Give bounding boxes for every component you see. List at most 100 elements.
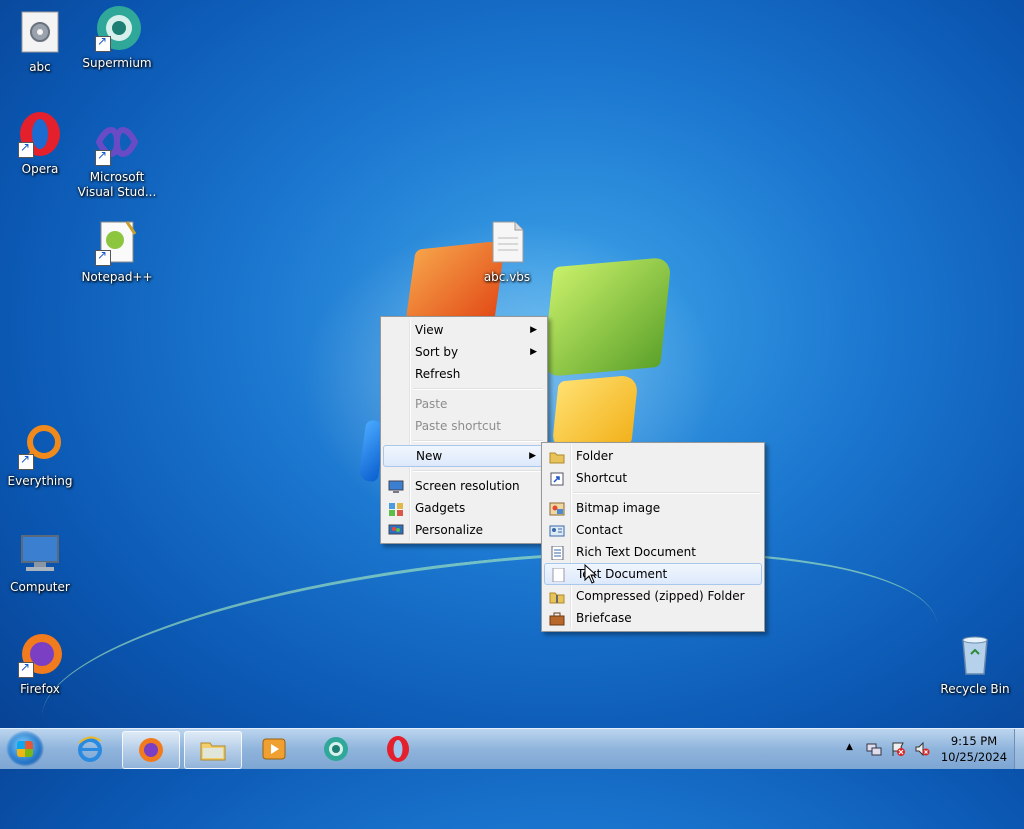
volume-muted-icon[interactable] xyxy=(914,741,930,757)
everything-search-icon xyxy=(16,422,64,470)
taskbar-windows-explorer[interactable] xyxy=(184,731,242,769)
firefox-icon xyxy=(16,630,64,678)
system-clock[interactable]: 9:15 PM 10/25/2024 xyxy=(940,733,1008,765)
mouse-cursor-icon xyxy=(584,563,598,588)
zipped-folder-icon xyxy=(549,589,565,604)
desktop-icon-label: Microsoft Visual Stud... xyxy=(77,170,157,199)
action-center-flag-icon[interactable] xyxy=(890,741,906,757)
personalize-icon xyxy=(388,523,404,537)
desktop-icon-label: Supermium xyxy=(82,56,152,70)
desktop-context-menu: View ▶ Sort by ▶ Refresh Paste Paste sho… xyxy=(380,316,548,544)
menu-item-view[interactable]: View ▶ xyxy=(383,319,545,341)
menu-item-label: Paste xyxy=(415,397,448,411)
desktop-icon-abc-vbs[interactable]: abc.vbs xyxy=(467,218,547,285)
visual-studio-icon xyxy=(93,118,141,166)
menu-item-sort-by[interactable]: Sort by ▶ xyxy=(383,341,545,363)
desktop-icon-firefox[interactable]: Firefox xyxy=(0,630,80,697)
network-icon[interactable] xyxy=(866,741,882,757)
submenu-arrow-icon: ▶ xyxy=(529,451,536,461)
menu-item-personalize[interactable]: Personalize xyxy=(383,519,545,541)
submenu-item-rich-text-document[interactable]: Rich Text Document xyxy=(544,541,762,563)
desktop-icon-label: Opera xyxy=(21,162,59,176)
submenu-arrow-icon: ▶ xyxy=(530,325,537,335)
menu-item-label: Screen resolution xyxy=(415,479,520,493)
menu-separator xyxy=(413,470,543,472)
desktop-icon-label: Computer xyxy=(10,580,70,594)
desktop-icon-opera[interactable]: Opera xyxy=(0,110,80,177)
submenu-item-compressed-folder[interactable]: Compressed (zipped) Folder xyxy=(544,585,762,607)
submenu-item-text-document[interactable]: Text Document xyxy=(544,563,762,585)
menu-item-label: Rich Text Document xyxy=(576,545,696,559)
folder-icon xyxy=(549,449,565,464)
menu-item-label: Bitmap image xyxy=(576,501,661,515)
submenu-item-bitmap-image[interactable]: Bitmap image xyxy=(544,497,762,519)
menu-item-label: Sort by xyxy=(415,345,459,359)
notepad-plus-plus-icon xyxy=(93,218,141,266)
briefcase-icon xyxy=(549,611,565,626)
desktop-icon-everything[interactable]: Everything xyxy=(0,422,80,489)
desktop-icon-label: Firefox xyxy=(20,682,60,696)
menu-item-refresh[interactable]: Refresh xyxy=(383,363,545,385)
media-player-icon xyxy=(260,735,288,763)
taskbar-internet-explorer[interactable] xyxy=(62,731,118,767)
menu-item-label: Refresh xyxy=(415,367,461,381)
bitmap-image-icon xyxy=(549,501,565,516)
settings-file-icon xyxy=(16,8,64,56)
menu-item-label: Personalize xyxy=(415,523,484,537)
desktop-icon-label: Notepad++ xyxy=(81,270,153,284)
clock-date: 10/25/2024 xyxy=(940,750,1008,764)
start-button[interactable] xyxy=(6,731,44,767)
firefox-icon xyxy=(137,736,165,764)
folder-icon xyxy=(199,736,227,764)
desktop-icon-computer[interactable]: Computer xyxy=(0,528,80,595)
menu-separator xyxy=(413,440,543,442)
taskbar-opera[interactable] xyxy=(370,731,426,767)
show-desktop-button[interactable] xyxy=(1014,729,1024,769)
rich-text-document-icon xyxy=(549,545,565,561)
submenu-item-contact[interactable]: Contact xyxy=(544,519,762,541)
taskbar: ▲ 9:15 PM 10/25/2024 xyxy=(0,728,1024,769)
desktop-icon-recycle-bin[interactable]: Recycle Bin xyxy=(935,630,1015,697)
submenu-item-folder[interactable]: Folder xyxy=(544,445,762,467)
menu-item-paste: Paste xyxy=(383,393,545,415)
text-document-icon xyxy=(550,567,566,583)
opera-icon xyxy=(16,110,64,158)
desktop-icon-visual-studio[interactable]: Microsoft Visual Stud... xyxy=(77,118,157,200)
internet-explorer-icon xyxy=(76,735,104,763)
new-submenu: Folder Shortcut Bitmap image Contact Ric… xyxy=(541,442,765,632)
taskbar-supermium[interactable] xyxy=(308,731,364,767)
shortcut-icon xyxy=(549,471,565,486)
contact-card-icon xyxy=(549,523,565,537)
show-hidden-icons-button[interactable]: ▲ xyxy=(846,742,862,758)
menu-item-label: Gadgets xyxy=(415,501,466,515)
desktop-icon-supermium[interactable]: Supermium xyxy=(77,4,157,71)
submenu-arrow-icon: ▶ xyxy=(530,347,537,357)
computer-icon xyxy=(16,528,64,576)
desktop-icon-notepad-plus-plus[interactable]: Notepad++ xyxy=(77,218,157,285)
menu-item-gadgets[interactable]: Gadgets xyxy=(383,497,545,519)
menu-item-label: Shortcut xyxy=(576,471,628,485)
menu-item-new[interactable]: New ▶ xyxy=(383,445,545,467)
clock-time: 9:15 PM xyxy=(950,734,998,748)
menu-item-paste-shortcut: Paste shortcut xyxy=(383,415,545,437)
menu-item-label: Compressed (zipped) Folder xyxy=(576,589,745,603)
opera-icon xyxy=(384,735,412,763)
desktop-icon-abc[interactable]: abc xyxy=(0,8,80,75)
menu-item-screen-resolution[interactable]: Screen resolution xyxy=(383,475,545,497)
menu-item-label: Paste shortcut xyxy=(415,419,501,433)
desktop-icon-label: abc.vbs xyxy=(483,270,531,284)
submenu-item-shortcut[interactable]: Shortcut xyxy=(544,467,762,489)
menu-item-label: View xyxy=(415,323,444,337)
menu-separator xyxy=(413,388,543,390)
taskbar-media-player[interactable] xyxy=(246,731,302,767)
submenu-item-briefcase[interactable]: Briefcase xyxy=(544,607,762,629)
menu-separator xyxy=(574,492,760,494)
supermium-icon xyxy=(322,735,350,763)
gadgets-icon xyxy=(388,501,404,516)
taskbar-firefox[interactable] xyxy=(122,731,180,769)
supermium-icon xyxy=(93,4,141,52)
desktop-icon-label: abc xyxy=(29,60,51,74)
recycle-bin-icon xyxy=(951,630,999,678)
wallpaper-swoosh xyxy=(30,513,950,829)
menu-item-label: Briefcase xyxy=(576,611,632,625)
